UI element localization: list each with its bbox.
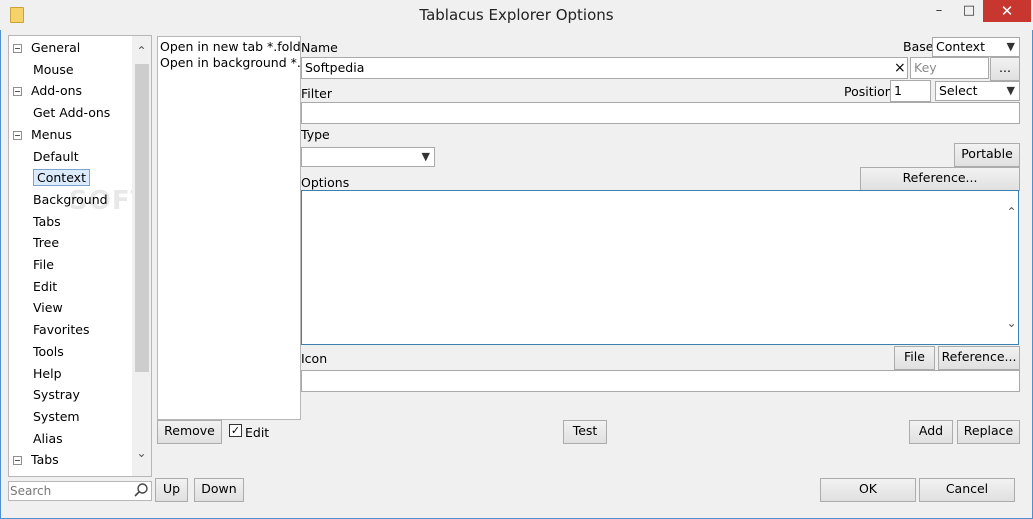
filter-label: Filter — [301, 86, 332, 101]
tree-item-label: Mouse — [33, 61, 74, 77]
list-item[interactable]: Open in new tab *.folder — [160, 39, 300, 55]
collapse-icon[interactable] — [13, 130, 22, 140]
menu-item-list[interactable]: Open in new tab *.folder Open in backgrou… — [157, 36, 301, 420]
position-value: 1 — [894, 83, 902, 98]
tree-item-label: Tabs — [31, 452, 59, 468]
base-select[interactable]: Context ▼ — [932, 37, 1020, 57]
icon-reference-button[interactable]: Reference... — [938, 346, 1020, 370]
key-input[interactable]: Key — [910, 57, 989, 79]
scroll-down-icon[interactable]: ⌄ — [132, 446, 151, 460]
tree-item-label: Menus — [31, 126, 72, 142]
position-select-value: Select — [939, 83, 978, 98]
tree-item[interactable]: System — [33, 407, 80, 427]
edit-checkbox[interactable]: ✓ — [229, 424, 242, 437]
tree-item[interactable]: Get Add-ons — [33, 103, 110, 123]
type-label: Type — [301, 127, 330, 142]
type-select[interactable]: ▼ — [301, 147, 435, 167]
key-browse-button[interactable]: ... — [990, 57, 1020, 81]
tree-item-label: General — [31, 40, 81, 55]
minimize-button[interactable]: – — [924, 0, 954, 22]
tree-item[interactable]: Add-ons — [13, 81, 82, 101]
portable-button[interactable]: Portable — [954, 143, 1020, 167]
add-button[interactable]: Add — [909, 420, 953, 444]
tree-item[interactable]: Context — [33, 168, 90, 188]
tree-item[interactable]: Menus — [13, 125, 72, 145]
name-input[interactable]: Softpedia — [301, 57, 908, 79]
position-label: Position — [844, 84, 893, 99]
tree-item[interactable]: Mouse — [33, 60, 74, 80]
chevron-down-icon: ▼ — [1006, 40, 1015, 53]
window-title: Tablacus Explorer Options — [419, 6, 614, 24]
options-label: Options — [301, 175, 350, 190]
clear-name-icon[interactable]: × — [894, 60, 906, 76]
cancel-button[interactable]: Cancel — [919, 478, 1015, 502]
base-select-value: Context — [936, 39, 985, 54]
collapse-icon[interactable] — [13, 456, 22, 466]
category-tree[interactable]: SOFTPEDIA® GeneralMouseAdd-onsGet Add-on… — [8, 35, 152, 477]
close-button[interactable]: ✕ — [983, 0, 1031, 22]
options-textarea[interactable] — [301, 190, 1019, 345]
test-button[interactable]: Test — [563, 420, 607, 444]
tree-scroll-thumb[interactable] — [135, 64, 149, 372]
name-value: Softpedia — [305, 60, 365, 75]
tree-item[interactable]: Tabs — [13, 450, 59, 470]
tree-item-label: System — [33, 408, 80, 424]
options-scroll-up-icon[interactable]: ⌃ — [1002, 205, 1021, 219]
position-select[interactable]: Select ▼ — [935, 81, 1020, 101]
position-input[interactable]: 1 — [890, 80, 931, 102]
base-label: Base — [903, 39, 934, 54]
search-input[interactable] — [10, 483, 128, 499]
tree-item-label: Default — [33, 148, 79, 164]
ok-button[interactable]: OK — [820, 478, 916, 502]
tree-item-label: Help — [33, 365, 62, 381]
tree-item-label: Edit — [33, 278, 58, 294]
tree-item[interactable]: Alias — [33, 429, 63, 449]
collapse-icon[interactable] — [13, 87, 22, 97]
icon-file-button[interactable]: File — [894, 346, 935, 370]
tree-item[interactable]: Background — [33, 190, 108, 210]
list-item[interactable]: Open in background *.folder — [160, 55, 300, 71]
tree-item[interactable]: File — [33, 255, 54, 275]
key-placeholder: Key — [914, 60, 937, 75]
collapse-icon[interactable] — [13, 44, 22, 53]
maximize-button[interactable]: □ — [954, 0, 984, 22]
options-reference-button[interactable]: Reference... — [860, 167, 1020, 191]
down-button[interactable]: Down — [194, 478, 244, 502]
chevron-down-icon: ▼ — [1006, 84, 1015, 97]
tree-item-label: File — [33, 257, 54, 272]
tree-item[interactable]: Systray — [33, 385, 80, 405]
tree-item-label: Context — [33, 169, 90, 187]
tree-item-label: Tools — [33, 343, 64, 359]
tree-item[interactable]: Edit — [33, 277, 57, 297]
name-label: Name — [301, 40, 338, 55]
tree-item-label: Tree — [33, 235, 60, 251]
options-scroll-down-icon[interactable]: ⌄ — [1002, 316, 1021, 330]
tree-item-label: Get Add-ons — [33, 105, 111, 121]
tree-item[interactable]: Default — [33, 147, 79, 167]
tree-item[interactable]: Tabs — [33, 212, 61, 232]
tree-item[interactable]: Tree — [33, 233, 59, 253]
tree-item-label: View — [33, 300, 63, 316]
tree-item[interactable]: Help — [33, 364, 62, 384]
search-icon[interactable] — [133, 482, 149, 498]
tree-item[interactable]: Favorites — [33, 320, 89, 340]
tree-item[interactable]: View — [33, 298, 63, 318]
tree-item-label: Systray — [33, 387, 80, 403]
icon-label: Icon — [301, 351, 328, 366]
chevron-down-icon: ▼ — [421, 150, 430, 163]
up-button[interactable]: Up — [155, 478, 188, 502]
tree-item-label: Add-ons — [31, 83, 83, 99]
icon-input[interactable] — [301, 370, 1020, 392]
tree-item-label: Tabs — [33, 213, 61, 229]
tree-item-label: Background — [33, 191, 108, 207]
edit-label: Edit — [245, 425, 270, 440]
tree-item-label: Favorites — [33, 322, 90, 338]
filter-input[interactable] — [301, 102, 1020, 124]
tree-item-label: Alias — [33, 430, 63, 446]
scroll-up-icon[interactable]: ⌃ — [132, 44, 151, 58]
tree-item[interactable]: General — [13, 38, 80, 58]
tree-item[interactable]: Tools — [33, 342, 64, 362]
replace-button[interactable]: Replace — [957, 420, 1020, 444]
remove-button[interactable]: Remove — [157, 420, 222, 444]
